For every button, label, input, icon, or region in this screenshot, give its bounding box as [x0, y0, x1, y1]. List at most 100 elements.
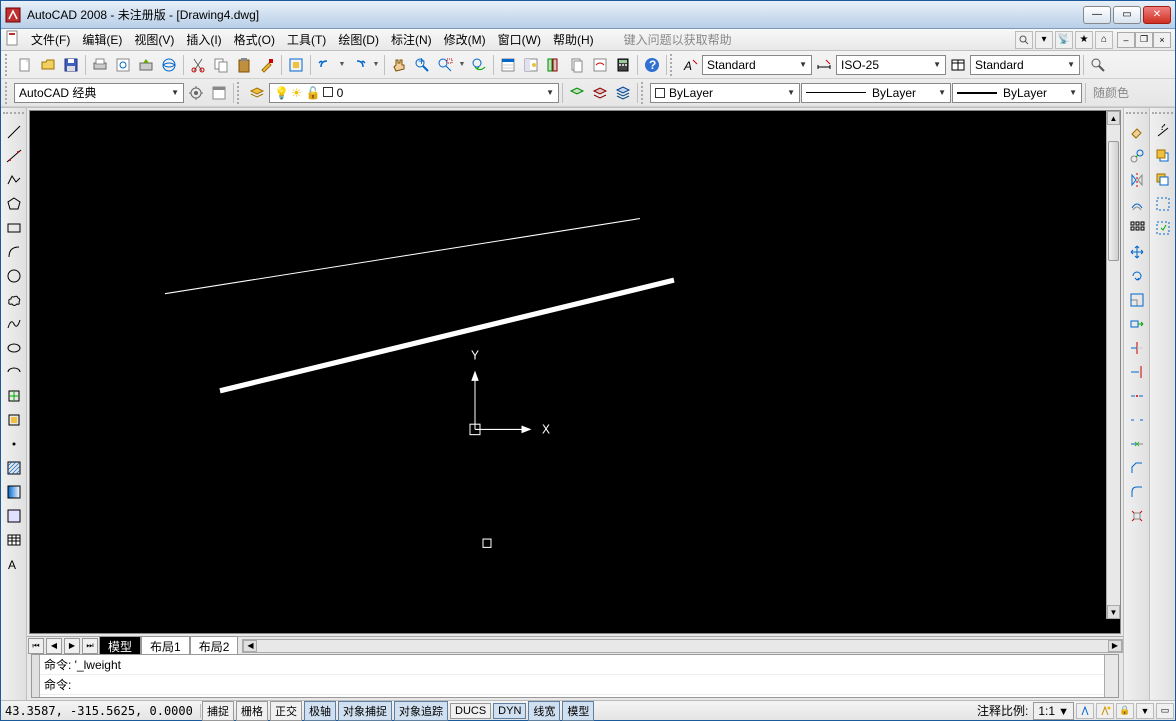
otrack-mode-button[interactable]: 对象追踪	[394, 701, 448, 721]
layer-manager-icon[interactable]	[612, 82, 634, 104]
gradient-icon[interactable]	[3, 481, 25, 503]
toolbar-grip[interactable]	[641, 82, 647, 104]
select-all-icon[interactable]	[1152, 193, 1174, 215]
menu-dimension[interactable]: 标注(N)	[385, 29, 438, 50]
mirror-icon[interactable]	[1126, 169, 1148, 191]
chamfer-icon[interactable]	[1126, 457, 1148, 479]
properties-icon[interactable]	[497, 54, 519, 76]
toolbar-grip[interactable]	[1152, 112, 1173, 118]
region-icon[interactable]	[3, 505, 25, 527]
toolbar-grip[interactable]	[670, 54, 676, 76]
ducs-mode-button[interactable]: DUCS	[450, 703, 491, 719]
infocenter-dropdown-icon[interactable]: ▾	[1035, 31, 1053, 49]
grid-mode-button[interactable]: 栅格	[236, 701, 268, 721]
vertical-scrollbar[interactable]: ▲ ▼	[1106, 111, 1120, 619]
close-button[interactable]: ✕	[1143, 6, 1171, 24]
3ddwf-icon[interactable]	[158, 54, 180, 76]
layer-combo[interactable]: 💡 ☀ 🔓 0 ▼	[269, 83, 559, 103]
layer-properties-icon[interactable]	[246, 82, 268, 104]
linetype-combo[interactable]: ByLayer▼	[801, 83, 951, 103]
match-prop-icon[interactable]	[256, 54, 278, 76]
menu-help[interactable]: 帮助(H)	[547, 29, 600, 50]
circle-icon[interactable]	[3, 265, 25, 287]
scroll-down-arrow[interactable]: ▼	[1107, 605, 1120, 619]
my-workspace-icon[interactable]	[208, 82, 230, 104]
command-scrollbar[interactable]	[1104, 655, 1118, 697]
annotation-scale-button[interactable]: 1:1 ▼	[1033, 702, 1074, 720]
color-combo[interactable]: ByLayer▼	[650, 83, 800, 103]
lock-ui-icon[interactable]: 🔒	[1116, 703, 1134, 719]
stretch-icon[interactable]	[1126, 313, 1148, 335]
minimize-button[interactable]: —	[1083, 6, 1111, 24]
tab-last-button[interactable]: ⏭	[82, 638, 98, 654]
menu-tools[interactable]: 工具(T)	[281, 29, 332, 50]
comm-center-icon[interactable]: 📡	[1055, 31, 1073, 49]
clean-screen-icon[interactable]: ▭	[1156, 703, 1174, 719]
auto-scale-icon[interactable]	[1096, 703, 1114, 719]
menu-window[interactable]: 窗口(W)	[492, 29, 547, 50]
hatch-icon[interactable]	[3, 457, 25, 479]
favorites-icon[interactable]: ★	[1075, 31, 1093, 49]
offset-icon[interactable]	[1126, 193, 1148, 215]
mdi-close-button[interactable]: ×	[1153, 32, 1171, 48]
text-style-combo[interactable]: Standard▼	[702, 55, 812, 75]
snap-mode-button[interactable]: 捕捉	[202, 701, 234, 721]
revision-cloud-icon[interactable]	[3, 289, 25, 311]
table-style-icon[interactable]	[947, 54, 969, 76]
toolbar-grip[interactable]	[1126, 112, 1147, 118]
dyn-mode-button[interactable]: DYN	[493, 703, 526, 719]
toolbar-grip[interactable]	[237, 82, 243, 104]
menu-draw[interactable]: 绘图(D)	[332, 29, 385, 50]
lineweight-combo[interactable]: ByLayer▼	[952, 83, 1082, 103]
send-back-icon[interactable]	[1152, 169, 1174, 191]
maximize-button[interactable]: ▭	[1113, 6, 1141, 24]
workspace-settings-icon[interactable]	[185, 82, 207, 104]
save-icon[interactable]	[60, 54, 82, 76]
sheet-set-icon[interactable]	[566, 54, 588, 76]
copy-object-icon[interactable]	[1126, 145, 1148, 167]
tool-palettes-icon[interactable]	[543, 54, 565, 76]
toolbar-grip[interactable]	[5, 54, 11, 76]
polar-mode-button[interactable]: 极轴	[304, 701, 336, 721]
tab-first-button[interactable]: ⏮	[28, 638, 44, 654]
paste-icon[interactable]	[233, 54, 255, 76]
scroll-up-arrow[interactable]: ▲	[1107, 111, 1120, 125]
polygon-icon[interactable]	[3, 193, 25, 215]
menu-view[interactable]: 视图(V)	[128, 29, 180, 50]
open-icon[interactable]	[37, 54, 59, 76]
table-icon[interactable]	[3, 529, 25, 551]
erase-icon[interactable]	[1126, 121, 1148, 143]
plot-preview-icon[interactable]	[112, 54, 134, 76]
model-mode-button[interactable]: 模型	[562, 701, 594, 721]
ortho-mode-button[interactable]: 正交	[270, 701, 302, 721]
mtext-icon[interactable]: A	[3, 553, 25, 575]
array-icon[interactable]	[1126, 217, 1148, 239]
ellipse-icon[interactable]	[3, 337, 25, 359]
explode-icon[interactable]	[1126, 505, 1148, 527]
polyline-icon[interactable]	[3, 169, 25, 191]
infocenter-home-icon[interactable]: ⌂	[1095, 31, 1113, 49]
layout2-tab[interactable]: 布局2	[190, 636, 239, 656]
point-icon[interactable]	[3, 433, 25, 455]
workspace-combo[interactable]: AutoCAD 经典▼	[14, 83, 184, 103]
fillet-icon[interactable]	[1126, 481, 1148, 503]
designcenter-icon[interactable]	[520, 54, 542, 76]
annotation-visibility-icon[interactable]	[1076, 703, 1094, 719]
insert-block-icon[interactable]	[3, 385, 25, 407]
rectangle-icon[interactable]	[3, 217, 25, 239]
scroll-left-arrow[interactable]: ◀	[243, 640, 257, 652]
tab-prev-button[interactable]: ◀	[46, 638, 62, 654]
line-icon[interactable]	[3, 121, 25, 143]
bring-front-icon[interactable]	[1152, 145, 1174, 167]
break-at-point-icon[interactable]	[1126, 385, 1148, 407]
toolbar-grip[interactable]	[5, 82, 11, 104]
trim-icon[interactable]	[1126, 337, 1148, 359]
infocenter-search-icon[interactable]	[1015, 31, 1033, 49]
model-tab[interactable]: 模型	[99, 636, 141, 656]
layer-previous-icon[interactable]	[566, 82, 588, 104]
quickcalc-icon[interactable]	[612, 54, 634, 76]
layer-states-icon[interactable]	[589, 82, 611, 104]
construction-line-icon[interactable]	[3, 145, 25, 167]
drawing-canvas[interactable]: Y X ▲ ▼	[29, 110, 1121, 634]
scrollbar-thumb[interactable]	[1108, 141, 1119, 261]
